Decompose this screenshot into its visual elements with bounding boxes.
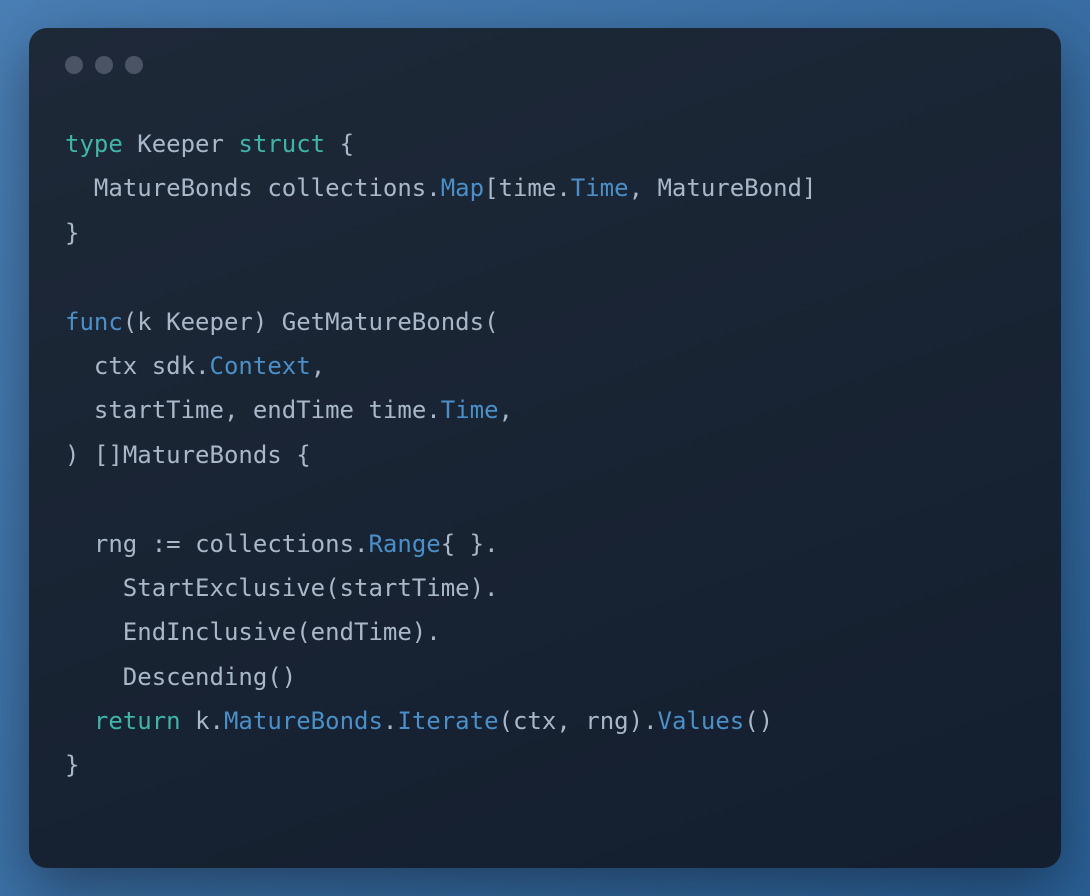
close-dot[interactable] bbox=[65, 56, 83, 74]
comma: , bbox=[224, 396, 238, 424]
keyword-type: type bbox=[65, 130, 123, 158]
keyword-return: return bbox=[94, 707, 181, 735]
param-end: endTime bbox=[253, 396, 354, 424]
var-rng: rng bbox=[94, 530, 137, 558]
struct-braces: { } bbox=[441, 530, 484, 558]
context-type: Context bbox=[210, 352, 311, 380]
dot: . bbox=[426, 396, 440, 424]
maximize-dot[interactable] bbox=[125, 56, 143, 74]
bracket-open: [ bbox=[484, 174, 498, 202]
keyword-struct: struct bbox=[238, 130, 325, 158]
time-package: time bbox=[499, 174, 557, 202]
paren-close: ) bbox=[629, 707, 643, 735]
var-k: k bbox=[195, 707, 209, 735]
dot: . bbox=[354, 530, 368, 558]
method-iterate: Iterate bbox=[397, 707, 498, 735]
package-name: collections bbox=[267, 174, 426, 202]
value-type: MatureBond bbox=[657, 174, 802, 202]
arg-end-time: endTime bbox=[311, 618, 412, 646]
dot: . bbox=[210, 707, 224, 735]
parens: () bbox=[744, 707, 773, 735]
dot: . bbox=[643, 707, 657, 735]
dot: . bbox=[383, 707, 397, 735]
code-window: type Keeper struct { MatureBonds collect… bbox=[29, 28, 1061, 868]
sdk-package: sdk bbox=[152, 352, 195, 380]
time-package: time bbox=[368, 396, 426, 424]
brace-open: { bbox=[340, 130, 354, 158]
code-block: type Keeper struct { MatureBonds collect… bbox=[65, 122, 1025, 788]
brace-open: { bbox=[296, 441, 310, 469]
dot: . bbox=[426, 174, 440, 202]
paren-close: ) bbox=[65, 441, 79, 469]
map-type: Map bbox=[441, 174, 484, 202]
method-start-exclusive: StartExclusive bbox=[123, 574, 325, 602]
slice-bracket: [] bbox=[94, 441, 123, 469]
dot: . bbox=[426, 618, 440, 646]
window-controls bbox=[65, 56, 1025, 74]
return-type: MatureBonds bbox=[123, 441, 282, 469]
arg-start-time: startTime bbox=[340, 574, 470, 602]
receiver-type: Keeper bbox=[166, 308, 253, 336]
brace-close: } bbox=[65, 219, 79, 247]
bracket-close: ] bbox=[802, 174, 816, 202]
comma: , bbox=[629, 174, 643, 202]
parens: () bbox=[267, 663, 296, 691]
walrus-operator: := bbox=[152, 530, 181, 558]
dot: . bbox=[195, 352, 209, 380]
method-values: Values bbox=[658, 707, 745, 735]
param-start: startTime bbox=[94, 396, 224, 424]
time-type: Time bbox=[441, 396, 499, 424]
field-name: MatureBonds bbox=[94, 174, 253, 202]
dot: . bbox=[484, 530, 498, 558]
param-ctx: ctx bbox=[94, 352, 137, 380]
arg-ctx: ctx bbox=[513, 707, 556, 735]
paren-open: ( bbox=[325, 574, 339, 602]
time-type: Time bbox=[571, 174, 629, 202]
comma: , bbox=[556, 707, 570, 735]
method-end-inclusive: EndInclusive bbox=[123, 618, 296, 646]
field-mature-bonds: MatureBonds bbox=[224, 707, 383, 735]
comma: , bbox=[499, 396, 513, 424]
method-descending: Descending bbox=[123, 663, 268, 691]
arg-rng: rng bbox=[585, 707, 628, 735]
method-name: GetMatureBonds bbox=[282, 308, 484, 336]
dot: . bbox=[484, 574, 498, 602]
paren-close: ) bbox=[412, 618, 426, 646]
keyword-func: func bbox=[65, 308, 123, 336]
collections-package: collections bbox=[195, 530, 354, 558]
type-name: Keeper bbox=[137, 130, 224, 158]
minimize-dot[interactable] bbox=[95, 56, 113, 74]
paren-open: ( bbox=[499, 707, 513, 735]
comma: , bbox=[311, 352, 325, 380]
paren-open: ( bbox=[484, 308, 498, 336]
receiver-var: k bbox=[137, 308, 151, 336]
paren-close: ) bbox=[470, 574, 484, 602]
paren-close: ) bbox=[253, 308, 267, 336]
paren-open: ( bbox=[296, 618, 310, 646]
paren-open: ( bbox=[123, 308, 137, 336]
dot: . bbox=[556, 174, 570, 202]
brace-close: } bbox=[65, 751, 79, 779]
range-type: Range bbox=[368, 530, 440, 558]
